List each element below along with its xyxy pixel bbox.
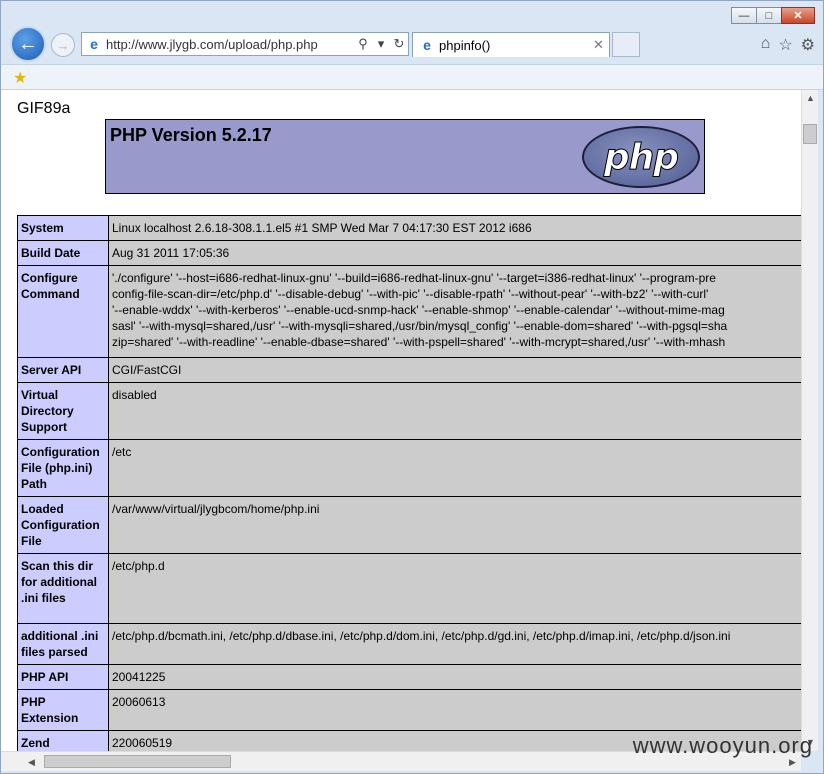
table-row: PHP Extension 20060613 <box>17 689 801 731</box>
row-value-line: 20041225 <box>112 670 166 684</box>
window-controls: — □ ✕ <box>731 7 815 24</box>
row-value-line: sasl' '--with-mysql=shared,/usr' '--with… <box>112 319 728 333</box>
row-value: /etc <box>108 439 801 497</box>
row-value: /var/www/virtual/jlygbcom/home/php.ini <box>108 496 801 554</box>
ie-page-icon: e <box>90 36 98 52</box>
row-label: Configure Command <box>17 265 109 358</box>
row-label: additional .ini files parsed <box>17 623 109 665</box>
table-row: additional .ini files parsed/etc/php.d/b… <box>17 623 801 665</box>
dropdown-icon[interactable]: ▾ <box>372 36 390 52</box>
search-icon[interactable]: ⚲ <box>354 36 372 52</box>
row-label: Virtual Directory Support <box>17 382 109 440</box>
table-row: Build Date Aug 31 2011 17:05:36 <box>17 240 801 266</box>
table-row: Scan this dir for additional .ini files /… <box>17 553 801 624</box>
favorites-star-icon[interactable]: ☆ <box>778 35 792 55</box>
page-content: GIF89a PHP Version 5.2.17 php System Linu… <box>1 90 801 751</box>
scroll-up-icon[interactable]: ▲ <box>802 90 819 107</box>
toolbar-icons: ⌂ ☆ ⚙ <box>761 35 815 55</box>
arrow-left-icon: ← <box>18 32 38 55</box>
row-label: Build Date <box>17 240 109 266</box>
row-value: Linux localhost 2.6.18-308.1.1.el5 #1 SM… <box>108 215 801 241</box>
row-value: './configure' '--host=i686-redhat-linux-… <box>108 265 801 358</box>
add-favorites-icon[interactable]: ★ <box>13 68 27 88</box>
row-value-line: /var/www/virtual/jlygbcom/home/php.ini <box>112 502 320 516</box>
watermark: www.wooyun.org <box>632 733 813 758</box>
row-value-line: config-file-scan-dir=/etc/php.d' '--disa… <box>112 287 709 301</box>
row-value: 20060613 <box>108 689 801 731</box>
row-label: Loaded Configuration File <box>17 496 109 554</box>
ie-tab-icon: e <box>423 37 431 53</box>
row-value: /etc/php.d/bcmath.ini, /etc/php.d/dbase.… <box>108 623 801 665</box>
arrow-right-icon: → <box>56 37 70 53</box>
table-row: System Linux localhost 2.6.18-308.1.1.el5… <box>17 215 801 241</box>
address-url[interactable]: http://www.jlygb.com/upload/php.php <box>106 37 354 52</box>
new-tab-button[interactable] <box>612 32 640 57</box>
table-row: Loaded Configuration File/var/www/virtua… <box>17 496 801 554</box>
row-label: System <box>17 215 109 241</box>
table-row: Configure Command './configure' '--host=i… <box>17 265 801 358</box>
home-icon[interactable]: ⌂ <box>761 35 771 55</box>
table-row: PHP API 20041225 <box>17 664 801 690</box>
row-label: Server API <box>17 357 109 383</box>
row-value: /etc/php.d <box>108 553 801 624</box>
row-value: CGI/FastCGI <box>108 357 801 383</box>
row-value-line: /etc/php.d <box>112 559 165 573</box>
refresh-icon[interactable]: ↻ <box>390 36 408 52</box>
row-label: Scan this dir for additional .ini files <box>17 553 109 624</box>
php-logo[interactable]: php <box>582 126 700 188</box>
row-value-line: /etc <box>112 445 132 459</box>
gear-icon[interactable]: ⚙ <box>801 35 815 55</box>
table-row: Configuration File (php.ini) Path/etc <box>17 439 801 497</box>
tab-title: phpinfo() <box>439 37 491 53</box>
row-value-line: Linux localhost 2.6.18-308.1.1.el5 #1 SM… <box>112 221 532 235</box>
row-value-line: zip=shared' '--with-readline' '--enable-… <box>112 335 726 349</box>
vertical-scroll-thumb[interactable] <box>803 124 817 144</box>
tab-close-icon[interactable]: ✕ <box>593 37 609 53</box>
row-label: Configuration File (php.ini) Path <box>17 439 109 497</box>
row-value: 20041225 <box>108 664 801 690</box>
scroll-left-icon[interactable]: ◀ <box>23 752 40 772</box>
minimize-button[interactable]: — <box>731 7 757 24</box>
tab-phpinfo[interactable]: e phpinfo() ✕ <box>412 32 610 57</box>
gif-header-text: GIF89a <box>17 100 71 117</box>
horizontal-scroll-thumb[interactable] <box>44 755 231 768</box>
forward-button[interactable]: → <box>51 33 75 57</box>
row-value-line: CGI/FastCGI <box>112 363 182 377</box>
row-value-line: 20060613 <box>112 695 166 709</box>
php-version-header: PHP Version 5.2.17 php <box>105 119 705 194</box>
page-title: PHP Version 5.2.17 <box>110 125 272 145</box>
row-value-line: disabled <box>112 388 157 402</box>
row-label: PHP Extension <box>17 689 109 731</box>
row-value-line: /etc/php.d/bcmath.ini, /etc/php.d/dbase.… <box>112 629 731 643</box>
address-bar[interactable]: e http://www.jlygb.com/upload/php.php ⚲ … <box>81 32 409 56</box>
back-button[interactable]: ← <box>10 26 46 62</box>
row-value-line: './configure' '--host=i686-redhat-linux-… <box>112 271 716 285</box>
row-label: PHP API <box>17 664 109 690</box>
info-table: System Linux localhost 2.6.18-308.1.1.el5… <box>17 215 801 751</box>
vertical-scrollbar[interactable]: ▲ ▼ <box>801 90 818 751</box>
row-value-line: '--enable-wddx' '--with-kerberos' '--ena… <box>112 303 725 317</box>
row-label: Zend Extension <box>17 730 109 751</box>
maximize-button[interactable]: □ <box>756 7 782 24</box>
row-value: disabled <box>108 382 801 440</box>
favorites-bar: ★ <box>1 64 823 90</box>
row-value: Aug 31 2011 17:05:36 <box>108 240 801 266</box>
table-row: Virtual Directory Support disabled <box>17 382 801 440</box>
navigation-bar: ← → e http://www.jlygb.com/upload/php.ph… <box>1 23 823 63</box>
close-window-button[interactable]: ✕ <box>781 7 815 24</box>
table-row: Server API CGI/FastCGI <box>17 357 801 383</box>
row-value-line: Aug 31 2011 17:05:36 <box>112 246 230 260</box>
browser-window: — □ ✕ ← → e http://www.jlygb.com/upload/… <box>0 0 824 774</box>
